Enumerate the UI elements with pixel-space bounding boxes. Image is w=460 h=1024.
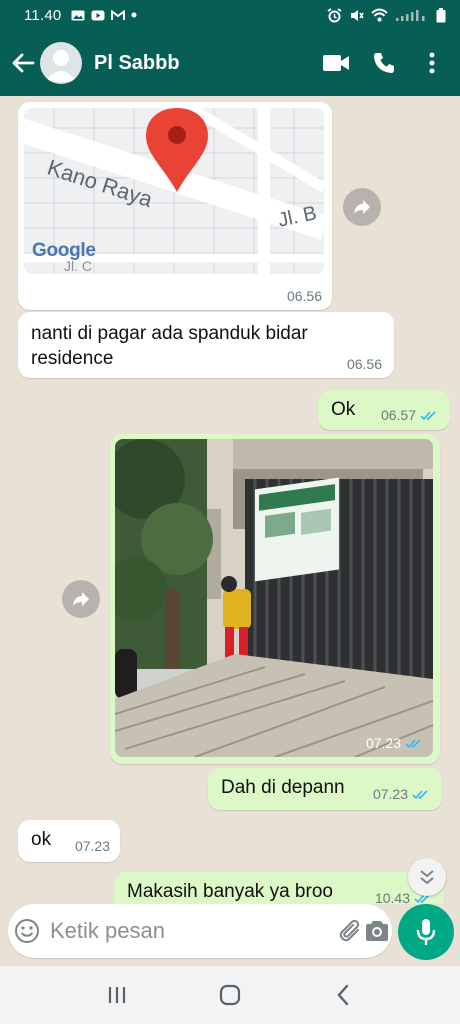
back-arrow-icon bbox=[12, 53, 35, 73]
message-text-line: residence bbox=[31, 348, 114, 369]
default-avatar-icon bbox=[45, 50, 77, 82]
time-label: 06.56 bbox=[346, 356, 382, 372]
chevron-down-icon bbox=[420, 870, 434, 885]
message-bubble[interactable]: nanti di pagar ada spanduk bidar residen… bbox=[18, 312, 394, 378]
message-bubble[interactable]: ok 07.23 bbox=[18, 820, 120, 862]
message-text: Makasih banyak ya broo bbox=[127, 881, 333, 902]
double-check-icon bbox=[412, 789, 428, 799]
more-vert-icon bbox=[429, 52, 435, 74]
gmail-icon bbox=[111, 9, 126, 20]
avatar[interactable] bbox=[40, 42, 82, 84]
camera-icon bbox=[366, 921, 388, 941]
emoji-icon bbox=[15, 919, 39, 943]
scroll-to-bottom-button[interactable] bbox=[408, 858, 446, 896]
message-text: nanti di pagar ada spanduk bidar residen… bbox=[31, 321, 308, 371]
alarm-icon bbox=[327, 7, 342, 22]
forward-icon bbox=[73, 592, 89, 606]
time-label: 06.56 bbox=[286, 288, 322, 304]
mute-icon bbox=[351, 9, 364, 21]
battery-icon bbox=[436, 7, 446, 22]
recent-apps-icon bbox=[108, 987, 125, 1003]
message-time: 06.56 bbox=[347, 356, 382, 372]
video-call-icon bbox=[323, 55, 349, 71]
message-input[interactable] bbox=[50, 918, 338, 944]
chat-header: Pl Sabbb bbox=[0, 30, 460, 96]
home-button[interactable] bbox=[205, 970, 255, 1020]
home-icon bbox=[219, 984, 241, 1006]
double-check-icon bbox=[405, 738, 421, 748]
signal-icon bbox=[396, 9, 425, 21]
camera-button[interactable] bbox=[364, 909, 390, 953]
location-message[interactable]: Kano Raya Jl. B Jl. C Google 06.56 bbox=[18, 102, 332, 310]
map-logo-text: Google bbox=[32, 240, 96, 261]
system-nav-bar bbox=[0, 966, 460, 1024]
back-button[interactable] bbox=[6, 46, 40, 80]
message-text: Dah di depann bbox=[221, 777, 345, 798]
attach-icon bbox=[339, 919, 360, 942]
voice-message-button[interactable] bbox=[398, 904, 454, 960]
time-label: 06.57 bbox=[380, 407, 416, 423]
forward-button[interactable] bbox=[343, 188, 381, 226]
youtube-icon bbox=[91, 10, 105, 20]
recent-apps-button[interactable] bbox=[92, 970, 142, 1020]
photo-content bbox=[115, 439, 433, 757]
time-label: 10.43 bbox=[374, 890, 410, 904]
nav-back-button[interactable] bbox=[318, 970, 368, 1020]
location-pin-icon bbox=[146, 108, 208, 192]
more-options-button[interactable] bbox=[412, 43, 452, 83]
message-time: 06.57 bbox=[381, 407, 438, 423]
attach-button[interactable] bbox=[338, 909, 364, 953]
time-label: 07.23 bbox=[74, 838, 110, 854]
map-preview[interactable]: Kano Raya Jl. B Jl. C Google bbox=[24, 108, 324, 274]
back-icon bbox=[337, 984, 349, 1006]
photo-preview[interactable]: 07.23 bbox=[115, 439, 433, 757]
message-text: ok bbox=[31, 829, 52, 850]
time-label: 07.23 bbox=[365, 735, 401, 751]
time-label: 07.23 bbox=[372, 786, 408, 802]
double-check-icon bbox=[420, 410, 436, 420]
contact-name[interactable]: Pl Sabbb bbox=[94, 52, 316, 75]
status-time: 11.40 bbox=[24, 6, 62, 24]
message-input-bar bbox=[8, 904, 392, 958]
forward-icon bbox=[354, 200, 370, 214]
image-message[interactable]: 07.23 bbox=[110, 434, 440, 764]
chat-area[interactable]: Kano Raya Jl. B Jl. C Google 06.56 nanti… bbox=[0, 96, 460, 904]
mic-icon bbox=[416, 919, 436, 945]
message-time: 07.23 bbox=[75, 838, 110, 854]
wifi-icon bbox=[371, 8, 388, 22]
video-call-button[interactable] bbox=[316, 43, 356, 83]
emoji-button[interactable] bbox=[14, 909, 40, 953]
image-icon bbox=[71, 10, 85, 20]
dot-icon bbox=[131, 12, 137, 18]
message-bubble[interactable]: Makasih banyak ya broo 10.43 bbox=[114, 872, 444, 904]
voice-call-button[interactable] bbox=[364, 43, 404, 83]
message-text: Ok bbox=[331, 399, 356, 420]
message-bubble[interactable]: Dah di depann 07.23 bbox=[208, 768, 442, 810]
forward-button[interactable] bbox=[62, 580, 100, 618]
message-time: 07.23 bbox=[373, 786, 430, 802]
message-time: 07.23 bbox=[366, 735, 423, 751]
message-text-line: nanti di pagar ada spanduk bidar bbox=[31, 323, 308, 344]
google-logo: Google bbox=[32, 240, 96, 262]
message-bubble[interactable]: Ok 06.57 bbox=[318, 390, 450, 430]
message-time: 06.56 bbox=[287, 288, 322, 304]
phone-icon bbox=[374, 53, 394, 73]
status-bar: 11.40 bbox=[0, 0, 460, 30]
